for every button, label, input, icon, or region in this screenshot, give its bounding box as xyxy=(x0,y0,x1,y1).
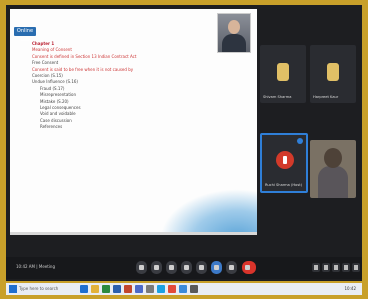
taskbar-search[interactable]: Type here to search xyxy=(19,286,58,291)
share-screen-button[interactable] xyxy=(166,261,177,274)
info-icon xyxy=(314,265,318,270)
share-icon xyxy=(169,265,174,270)
slide-decoration-wave xyxy=(160,189,257,235)
excel-icon[interactable] xyxy=(102,285,110,293)
people-icon xyxy=(324,265,328,270)
meeting-window: Online Lab Chapter 1 Meaning of Consent … xyxy=(6,5,362,281)
app-icon[interactable] xyxy=(146,285,154,293)
chat-button[interactable] xyxy=(332,263,340,272)
participant-photo xyxy=(277,63,289,81)
participant-name: Ruchi Sharma (Host) xyxy=(265,183,303,187)
participant-tile[interactable]: Shivam Sharma xyxy=(260,45,306,103)
present-icon xyxy=(229,265,234,270)
lock-button[interactable] xyxy=(352,263,360,272)
phone-end-icon xyxy=(245,265,250,270)
participant-tile-active[interactable]: Ruchi Sharma (Host) xyxy=(260,133,308,193)
start-button-icon[interactable] xyxy=(9,285,17,293)
activities-icon xyxy=(344,265,348,270)
mic-icon xyxy=(139,265,144,270)
presenter-video-thumbnail[interactable] xyxy=(217,13,251,53)
meet-icon[interactable] xyxy=(157,285,165,293)
hand-raise-button[interactable] xyxy=(196,261,207,274)
chat-icon xyxy=(334,265,338,270)
meeting-toolbar: 10:42 AM | Meeting xyxy=(6,257,362,279)
participant-avatar xyxy=(276,151,294,169)
mail-icon[interactable] xyxy=(179,285,187,293)
participant-tile[interactable] xyxy=(310,140,356,198)
info-button[interactable] xyxy=(312,263,320,272)
meeting-time: 10:42 AM | Meeting xyxy=(16,264,56,269)
camera-button[interactable] xyxy=(151,261,162,274)
powerpoint-icon[interactable] xyxy=(124,285,132,293)
participant-tile[interactable]: Harpreet Kaur xyxy=(310,45,356,103)
speaking-indicator-icon xyxy=(297,138,303,144)
captions-button[interactable] xyxy=(211,261,222,274)
folder-icon[interactable] xyxy=(91,285,99,293)
teams-icon[interactable] xyxy=(135,285,143,293)
participant-name: Shivam Sharma xyxy=(263,95,292,99)
hand-icon xyxy=(199,265,204,270)
people-button[interactable] xyxy=(322,263,330,272)
present-button[interactable] xyxy=(226,261,237,274)
captions-icon xyxy=(214,265,219,270)
browser-icon[interactable] xyxy=(80,285,88,293)
participant-name: Harpreet Kaur xyxy=(313,95,339,99)
slide-brand-tab: Online Lab xyxy=(14,27,36,43)
reactions-button[interactable] xyxy=(181,261,192,274)
presenter-head xyxy=(228,20,240,34)
participant-torso xyxy=(318,166,348,198)
system-tray-clock[interactable]: 10:42 xyxy=(344,286,356,291)
word-icon[interactable] xyxy=(113,285,121,293)
activities-button[interactable] xyxy=(342,263,350,272)
end-call-button[interactable] xyxy=(242,261,256,274)
presenter-body xyxy=(222,34,246,52)
os-taskbar: Type here to search 10:42 xyxy=(6,283,362,295)
slide-content: Chapter 1 Meaning of Consent Consent is … xyxy=(32,41,222,131)
lock-icon xyxy=(354,265,358,270)
chrome-icon[interactable] xyxy=(168,285,176,293)
emoji-icon xyxy=(184,265,189,270)
mic-button[interactable] xyxy=(136,261,147,274)
slide-bullet: References xyxy=(40,124,63,130)
camera-icon xyxy=(154,265,159,270)
shared-slide: Online Lab Chapter 1 Meaning of Consent … xyxy=(10,9,257,235)
slide-progress-bar xyxy=(10,232,257,235)
participant-photo xyxy=(327,63,339,81)
participant-head xyxy=(324,148,342,168)
settings-icon[interactable] xyxy=(190,285,198,293)
